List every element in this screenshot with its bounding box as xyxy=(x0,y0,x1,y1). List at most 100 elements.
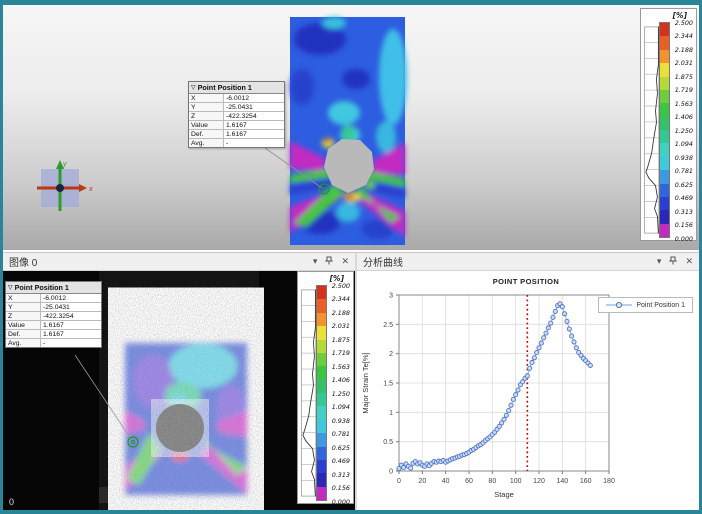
legend-color-segment xyxy=(317,487,326,500)
legend-tick-label: 0.313 xyxy=(332,471,350,479)
svg-text:3: 3 xyxy=(389,293,393,300)
legend-tick-label: 1.250 xyxy=(675,127,693,135)
svg-text:100: 100 xyxy=(510,478,522,485)
svg-text:1: 1 xyxy=(389,410,393,417)
legend-tick-label: 0.938 xyxy=(332,417,350,425)
collapse-arrow-icon[interactable]: ▾ xyxy=(313,257,318,266)
legend-tick-label: 2.188 xyxy=(675,46,693,54)
legend-tick-label: 2.500 xyxy=(332,282,350,290)
collapse-arrow-icon[interactable]: ▾ xyxy=(657,257,662,266)
legend-colorbar[interactable] xyxy=(659,22,670,238)
legend-tick-label: 1.563 xyxy=(332,363,350,371)
table-row: Y-25.0431 xyxy=(6,303,101,312)
pin-icon[interactable] xyxy=(325,256,333,267)
svg-text:0: 0 xyxy=(389,469,393,476)
legend-tick-label: 0.938 xyxy=(675,154,693,162)
annotation-title: Point Position 1 xyxy=(198,83,252,92)
point-annotation-table[interactable]: ▽Point Position 1 X-6.0012Y-25.0431Z-422… xyxy=(188,81,285,148)
view-3d-strain[interactable]: x y xyxy=(3,5,699,250)
legend-tick-label: 2.031 xyxy=(675,59,693,67)
chart-legend-label: Point Position 1 xyxy=(636,302,685,309)
legend-color-segment xyxy=(317,340,326,353)
svg-text:0: 0 xyxy=(397,478,401,485)
legend-color-segment xyxy=(660,130,669,143)
legend-tick-label: 2.344 xyxy=(332,295,350,303)
pin-icon[interactable] xyxy=(669,256,677,267)
legend-color-segment xyxy=(660,184,669,197)
legend-color-segment xyxy=(317,286,326,299)
legend-tick-label: 1.406 xyxy=(675,113,693,121)
legend-tick-label: 0.625 xyxy=(332,444,350,452)
legend-tick-label: 0.156 xyxy=(332,484,350,492)
legend-color-segment xyxy=(317,393,326,406)
table-row: Z-422.3254 xyxy=(189,112,284,121)
svg-text:20: 20 xyxy=(418,478,426,485)
legend-tick-label: 1.719 xyxy=(332,349,350,357)
legend-tick-label: 1.875 xyxy=(675,73,693,81)
close-icon[interactable]: ✕ xyxy=(685,257,693,266)
svg-text:60: 60 xyxy=(465,478,473,485)
stage-number-label: 0 xyxy=(9,497,14,507)
table-row: Def.1.6167 xyxy=(6,330,101,339)
camera-image-view[interactable]: ▽Point Position 1 X-6.0012Y-25.0431Z-422… xyxy=(3,271,355,510)
legend-tick-label: 0.625 xyxy=(675,181,693,189)
table-row: X-6.0012 xyxy=(6,294,101,303)
legend-color-segment xyxy=(660,143,669,156)
legend-tick-label: 0.469 xyxy=(332,457,350,465)
table-row: Y-25.0431 xyxy=(189,103,284,112)
chart-y-label: Major Strain Te[%] xyxy=(361,352,370,413)
legend-color-segment xyxy=(317,380,326,393)
legend-color-segment xyxy=(660,63,669,76)
collapse-triangle-icon[interactable]: ▽ xyxy=(191,84,196,91)
legend-tick-label: 0.000 xyxy=(332,498,350,506)
legend-color-segment xyxy=(317,420,326,433)
legend-histogram xyxy=(301,285,316,501)
image-panel: 图像 0 ▾ ✕ xyxy=(3,253,355,510)
legend-color-segment xyxy=(660,90,669,103)
legend-color-segment xyxy=(660,170,669,183)
annotation-title: Point Position 1 xyxy=(15,283,69,292)
table-row: Def.1.6167 xyxy=(189,130,284,139)
legend-tick-label: 1.719 xyxy=(675,86,693,94)
point-annotation-table[interactable]: ▽Point Position 1 X-6.0012Y-25.0431Z-422… xyxy=(5,281,102,348)
svg-text:40: 40 xyxy=(442,478,450,485)
app-window: x y xyxy=(0,0,702,514)
svg-text:120: 120 xyxy=(533,478,545,485)
curves-panel-header: 分析曲线 ▾ ✕ xyxy=(357,253,699,271)
triad-y-label: y xyxy=(62,161,67,168)
legend-tick-label: 1.094 xyxy=(675,140,693,148)
strain-map-3d[interactable] xyxy=(290,17,407,245)
legend-color-segment xyxy=(660,157,669,170)
triad[interactable]: x y xyxy=(37,160,93,211)
legend-color-segment xyxy=(317,313,326,326)
legend-color-segment xyxy=(660,23,669,36)
chart-x-label: Stage xyxy=(494,490,514,499)
workspace: x y xyxy=(3,5,699,510)
legend-tick-label: 1.563 xyxy=(675,100,693,108)
legend-color-segment xyxy=(317,433,326,446)
legend-color-segment xyxy=(660,36,669,49)
svg-text:2: 2 xyxy=(389,351,393,358)
view-3d-canvas: x y xyxy=(3,5,699,250)
triad-x-arrow-icon xyxy=(79,184,87,192)
triad-z-axis xyxy=(56,184,64,192)
legend-color-segment xyxy=(317,473,326,486)
legend-color-segment xyxy=(317,406,326,419)
legend-tick-label: 1.094 xyxy=(332,403,350,411)
close-icon[interactable]: ✕ xyxy=(341,257,349,266)
strain-scale-legend: [%] xyxy=(297,271,354,504)
chart-legend[interactable]: Point Position 1 xyxy=(598,297,693,313)
collapse-triangle-icon[interactable]: ▽ xyxy=(8,284,13,291)
legend-tick-label: 0.781 xyxy=(675,167,693,175)
series-marker-icon xyxy=(606,301,632,309)
series-point-position-1 xyxy=(397,302,593,471)
table-row: Avg.- xyxy=(6,339,101,347)
strain-chart[interactable]: 02040608010012014016018000.511.522.53POI… xyxy=(357,271,699,510)
svg-text:1.5: 1.5 xyxy=(383,381,393,388)
legend-colorbar[interactable] xyxy=(316,285,327,501)
legend-color-segment xyxy=(317,460,326,473)
svg-text:140: 140 xyxy=(556,478,568,485)
legend-tick-label: 0.000 xyxy=(675,235,693,243)
svg-text:160: 160 xyxy=(580,478,592,485)
legend-tick-label: 0.313 xyxy=(675,208,693,216)
